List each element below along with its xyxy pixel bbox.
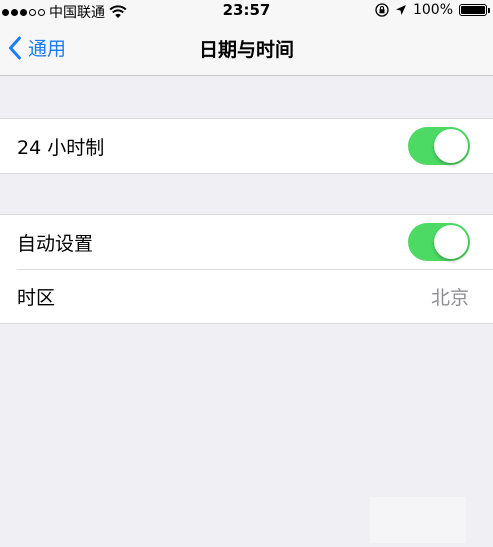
location-arrow-icon (395, 5, 406, 15)
row-label: 自动设置 (17, 232, 94, 255)
toggle-knob (434, 225, 468, 259)
time-zone-value: 北京 (430, 286, 469, 309)
settings-group-auto: 自动设置 时区 北京 (0, 214, 493, 324)
battery-icon (459, 4, 490, 16)
row-time-zone[interactable]: 时区 北京 (0, 269, 493, 323)
status-bar-right: 100% (375, 2, 490, 18)
navigation-bar: 通用 日期与时间 (0, 22, 493, 76)
toggle-24-hour-time[interactable] (408, 127, 470, 165)
toggle-knob (434, 129, 468, 163)
battery-fill (461, 6, 485, 14)
watermark (370, 497, 466, 543)
row-set-automatically: 自动设置 (0, 215, 493, 269)
orientation-lock-icon (375, 3, 389, 17)
row-label: 24 小时制 (17, 136, 105, 159)
row-24-hour-time: 24 小时制 (0, 119, 493, 173)
toggle-set-automatically[interactable] (408, 223, 470, 261)
row-label: 时区 (17, 286, 56, 309)
settings-group-time-format: 24 小时制 (0, 118, 493, 174)
battery-percent: 100% (412, 2, 453, 18)
status-bar: 中国联通 23:57 100% (0, 0, 493, 22)
page-title: 日期与时间 (198, 39, 294, 61)
